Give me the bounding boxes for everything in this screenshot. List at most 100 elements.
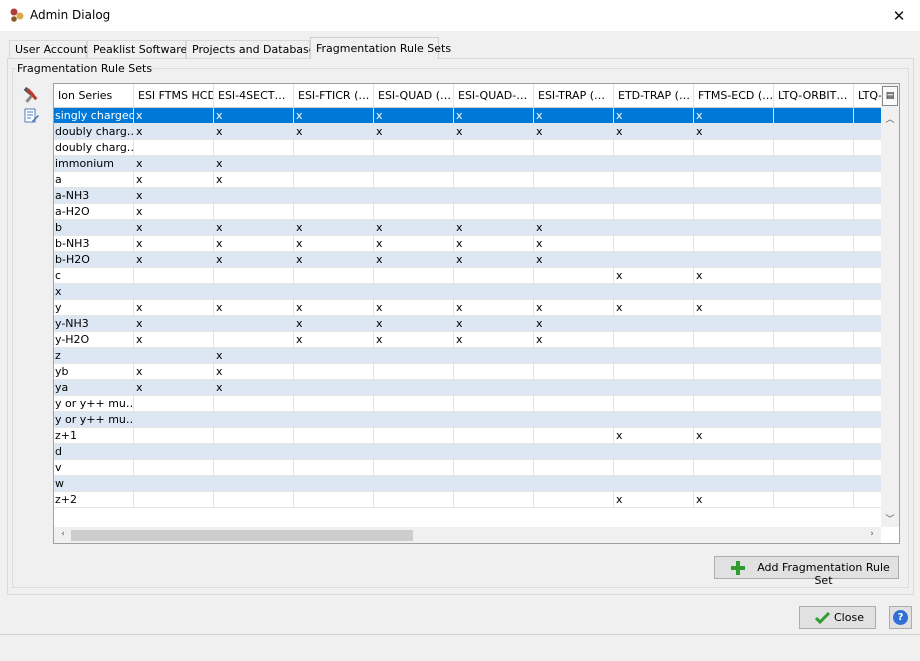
rule-cell[interactable]: x bbox=[454, 316, 534, 332]
rule-cell[interactable] bbox=[534, 284, 614, 300]
ion-series-cell[interactable]: b-NH3 bbox=[54, 236, 134, 252]
rule-cell[interactable] bbox=[454, 268, 534, 284]
rule-cell[interactable]: x bbox=[214, 364, 294, 380]
column-chooser-icon[interactable]: ▤ bbox=[882, 86, 898, 106]
rule-cell[interactable]: x bbox=[134, 220, 214, 236]
rule-cell[interactable] bbox=[134, 348, 214, 364]
rule-cell[interactable] bbox=[214, 316, 294, 332]
rule-cell[interactable]: x bbox=[534, 300, 614, 316]
rule-cell[interactable] bbox=[454, 188, 534, 204]
rule-cell[interactable]: x bbox=[534, 332, 614, 348]
table-row[interactable]: z+1 x x bbox=[54, 428, 899, 444]
rule-cell[interactable] bbox=[374, 156, 454, 172]
rule-cell[interactable] bbox=[134, 476, 214, 492]
rule-cell[interactable] bbox=[214, 332, 294, 348]
rule-cell[interactable] bbox=[774, 348, 854, 364]
rule-cell[interactable]: x bbox=[454, 124, 534, 140]
vertical-scrollbar[interactable]: ︿ ﹀ bbox=[881, 84, 899, 527]
rule-cell[interactable] bbox=[534, 492, 614, 508]
rule-cell[interactable] bbox=[774, 236, 854, 252]
rule-cell[interactable]: x bbox=[374, 300, 454, 316]
rule-cell[interactable] bbox=[614, 156, 694, 172]
rule-cell[interactable] bbox=[294, 140, 374, 156]
ion-series-cell[interactable]: v bbox=[54, 460, 134, 476]
ion-series-cell[interactable]: x bbox=[54, 284, 134, 300]
rule-cell[interactable] bbox=[614, 444, 694, 460]
rule-cell[interactable] bbox=[454, 380, 534, 396]
rule-cell[interactable] bbox=[694, 156, 774, 172]
rule-cell[interactable] bbox=[774, 476, 854, 492]
rule-cell[interactable]: x bbox=[294, 252, 374, 268]
edit-document-icon[interactable] bbox=[22, 107, 40, 125]
rule-cell[interactable] bbox=[454, 204, 534, 220]
rule-cell[interactable] bbox=[454, 364, 534, 380]
rule-cell[interactable] bbox=[614, 476, 694, 492]
rule-cell[interactable] bbox=[294, 188, 374, 204]
rule-cell[interactable] bbox=[454, 444, 534, 460]
rule-cell[interactable] bbox=[134, 268, 214, 284]
table-row[interactable]: b-H2O x x x x x x bbox=[54, 252, 899, 268]
rule-cell[interactable] bbox=[534, 364, 614, 380]
rule-cell[interactable] bbox=[534, 428, 614, 444]
rule-cell[interactable] bbox=[374, 140, 454, 156]
rule-cell[interactable] bbox=[774, 316, 854, 332]
rule-cell[interactable] bbox=[134, 444, 214, 460]
rule-cell[interactable] bbox=[534, 172, 614, 188]
tab-user-accounts[interactable]: User Accounts bbox=[9, 40, 94, 58]
rule-cell[interactable] bbox=[294, 156, 374, 172]
rule-cell[interactable] bbox=[294, 412, 374, 428]
rule-cell[interactable]: x bbox=[294, 300, 374, 316]
ion-series-cell[interactable]: z+1 bbox=[54, 428, 134, 444]
rule-cell[interactable] bbox=[214, 284, 294, 300]
rule-cell[interactable]: x bbox=[614, 268, 694, 284]
rule-cell[interactable] bbox=[134, 140, 214, 156]
table-row[interactable]: b-NH3 x x x x x x bbox=[54, 236, 899, 252]
rule-cell[interactable]: x bbox=[694, 124, 774, 140]
rule-cell[interactable]: x bbox=[374, 108, 454, 124]
rule-cell[interactable] bbox=[694, 332, 774, 348]
rule-cell[interactable] bbox=[374, 348, 454, 364]
rule-cell[interactable] bbox=[454, 348, 534, 364]
ion-series-cell[interactable]: y or y++ mu… bbox=[54, 396, 134, 412]
rule-cell[interactable] bbox=[534, 268, 614, 284]
column-header[interactable]: ESI-4SECT… bbox=[214, 84, 294, 108]
rule-cell[interactable] bbox=[214, 444, 294, 460]
column-header[interactable]: ESI-QUAD-… bbox=[454, 84, 534, 108]
rule-cell[interactable] bbox=[214, 140, 294, 156]
rule-cell[interactable]: x bbox=[134, 188, 214, 204]
rule-cell[interactable] bbox=[134, 396, 214, 412]
table-row[interactable]: z+2 x x bbox=[54, 492, 899, 508]
rule-cell[interactable] bbox=[534, 156, 614, 172]
rule-cell[interactable]: x bbox=[614, 300, 694, 316]
rule-cell[interactable] bbox=[374, 380, 454, 396]
rule-cell[interactable]: x bbox=[374, 332, 454, 348]
table-row[interactable]: doubly charg… x x x x x x x x bbox=[54, 124, 899, 140]
ion-series-cell[interactable]: y or y++ mu… bbox=[54, 412, 134, 428]
rule-cell[interactable] bbox=[534, 476, 614, 492]
rule-cell[interactable] bbox=[694, 188, 774, 204]
table-row[interactable]: zx bbox=[54, 348, 899, 364]
rule-cell[interactable] bbox=[614, 380, 694, 396]
table-row[interactable]: singly charged x x x x x x x x bbox=[54, 108, 899, 124]
rule-cell[interactable]: x bbox=[534, 220, 614, 236]
scroll-right-icon[interactable]: › bbox=[863, 529, 881, 539]
ion-series-cell[interactable]: singly charged bbox=[54, 108, 134, 124]
rule-cell[interactable] bbox=[374, 460, 454, 476]
table-row[interactable]: immonium x x bbox=[54, 156, 899, 172]
rule-cell[interactable] bbox=[614, 412, 694, 428]
rule-cell[interactable]: x bbox=[294, 236, 374, 252]
rule-cell[interactable] bbox=[614, 172, 694, 188]
ion-series-cell[interactable]: a-NH3 bbox=[54, 188, 134, 204]
rule-cell[interactable] bbox=[374, 476, 454, 492]
column-header[interactable]: ESI-FTICR (… bbox=[294, 84, 374, 108]
rule-cell[interactable] bbox=[454, 284, 534, 300]
rule-cell[interactable]: x bbox=[374, 220, 454, 236]
rule-cell[interactable] bbox=[614, 460, 694, 476]
rule-cell[interactable] bbox=[774, 204, 854, 220]
rule-cell[interactable]: x bbox=[134, 252, 214, 268]
rule-cell[interactable] bbox=[694, 204, 774, 220]
rule-cell[interactable] bbox=[294, 428, 374, 444]
rule-cell[interactable] bbox=[614, 364, 694, 380]
ion-series-cell[interactable]: y-NH3 bbox=[54, 316, 134, 332]
rule-cell[interactable]: x bbox=[214, 156, 294, 172]
